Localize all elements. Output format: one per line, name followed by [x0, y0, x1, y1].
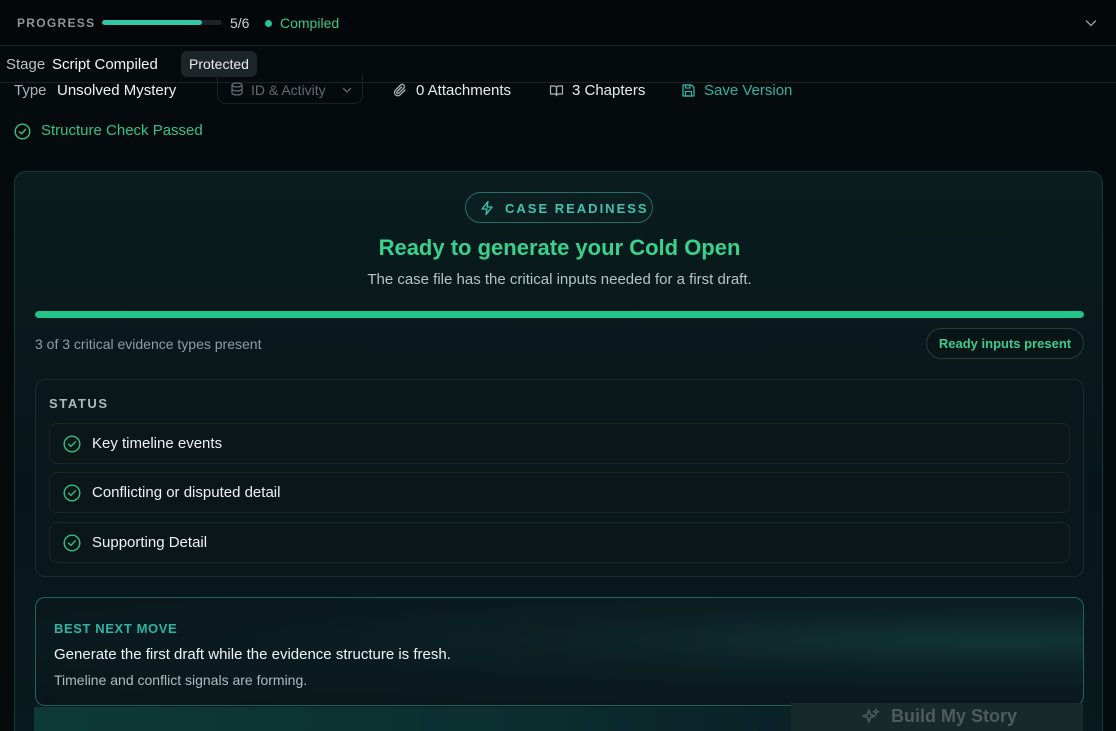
status-panel: STATUS Key timeline events Conflicting o… — [35, 379, 1084, 577]
type-value: Unsolved Mystery — [57, 82, 177, 99]
status-title: STATUS — [49, 396, 109, 411]
stage-row: Stage Script Compiled Protected — [0, 46, 1116, 83]
chevron-down-icon — [341, 83, 353, 99]
status-item: Supporting Detail — [49, 522, 1070, 563]
best-next-move-panel: BEST NEXT MOVE Generate the first draft … — [35, 597, 1084, 706]
stage-value: Script Compiled — [52, 56, 158, 73]
status-item: Key timeline events — [49, 423, 1070, 464]
progress-count: 5/6 — [230, 15, 250, 31]
readiness-progress-bar — [35, 311, 1084, 318]
readiness-headline: Ready to generate your Cold Open — [378, 235, 741, 260]
id-activity-label: ID & Activity — [251, 82, 326, 98]
ready-inputs-badge: Ready inputs present — [926, 328, 1084, 359]
case-readiness-badge: CASE READINESS — [465, 192, 653, 223]
status-item: Conflicting or disputed detail — [49, 472, 1070, 513]
paperclip-icon — [393, 83, 408, 102]
compile-status: Compiled — [280, 15, 340, 31]
meta-row: Type Unsolved Mystery ID & Activity 0 At… — [0, 74, 1116, 104]
progress-bar-header: PROGRESS 5/6 Compiled — [0, 0, 1116, 46]
id-activity-dropdown[interactable]: ID & Activity — [217, 74, 363, 104]
chapters-label: 3 Chapters — [572, 82, 646, 99]
attachments-label: 0 Attachments — [416, 82, 512, 99]
evidence-count: 3 of 3 critical evidence types present — [35, 336, 262, 352]
best-next-move-description: Timeline and conflict signals are formin… — [54, 672, 308, 688]
best-next-move-label: BEST NEXT MOVE — [54, 621, 178, 636]
database-icon — [230, 82, 244, 99]
build-my-story-button[interactable]: Build My Story — [791, 703, 1083, 731]
bottom-gradient — [34, 707, 794, 731]
progress-track — [102, 20, 222, 25]
check-circle-icon — [14, 123, 31, 145]
case-readiness-label: CASE READINESS — [505, 201, 649, 216]
sparkles-icon — [861, 707, 881, 731]
stage-key: Stage — [6, 56, 46, 73]
save-icon — [681, 83, 696, 102]
check-circle-icon — [63, 435, 81, 458]
book-open-icon — [549, 83, 564, 102]
case-readiness-card: CASE READINESS Ready to generate your Co… — [14, 171, 1103, 731]
status-item-label: Key timeline events — [92, 435, 223, 452]
structure-check-label: Structure Check Passed — [41, 122, 203, 139]
build-my-story-label: Build My Story — [891, 706, 1018, 726]
check-circle-icon — [63, 484, 81, 507]
progress-fill — [102, 20, 202, 25]
check-circle-icon — [63, 534, 81, 557]
best-next-move-title: Generate the first draft while the evide… — [54, 646, 451, 663]
save-version-label: Save Version — [704, 82, 793, 99]
progress-label: PROGRESS — [17, 16, 96, 30]
status-item-label: Conflicting or disputed detail — [92, 484, 281, 501]
readiness-subline: The case file has the critical inputs ne… — [367, 271, 752, 288]
status-item-label: Supporting Detail — [92, 534, 208, 551]
chevron-down-icon[interactable] — [1083, 15, 1099, 31]
lightning-icon — [479, 200, 495, 221]
type-key: Type — [14, 82, 47, 99]
readiness-progress-fill — [35, 311, 1084, 318]
status-dot-icon — [265, 20, 272, 27]
